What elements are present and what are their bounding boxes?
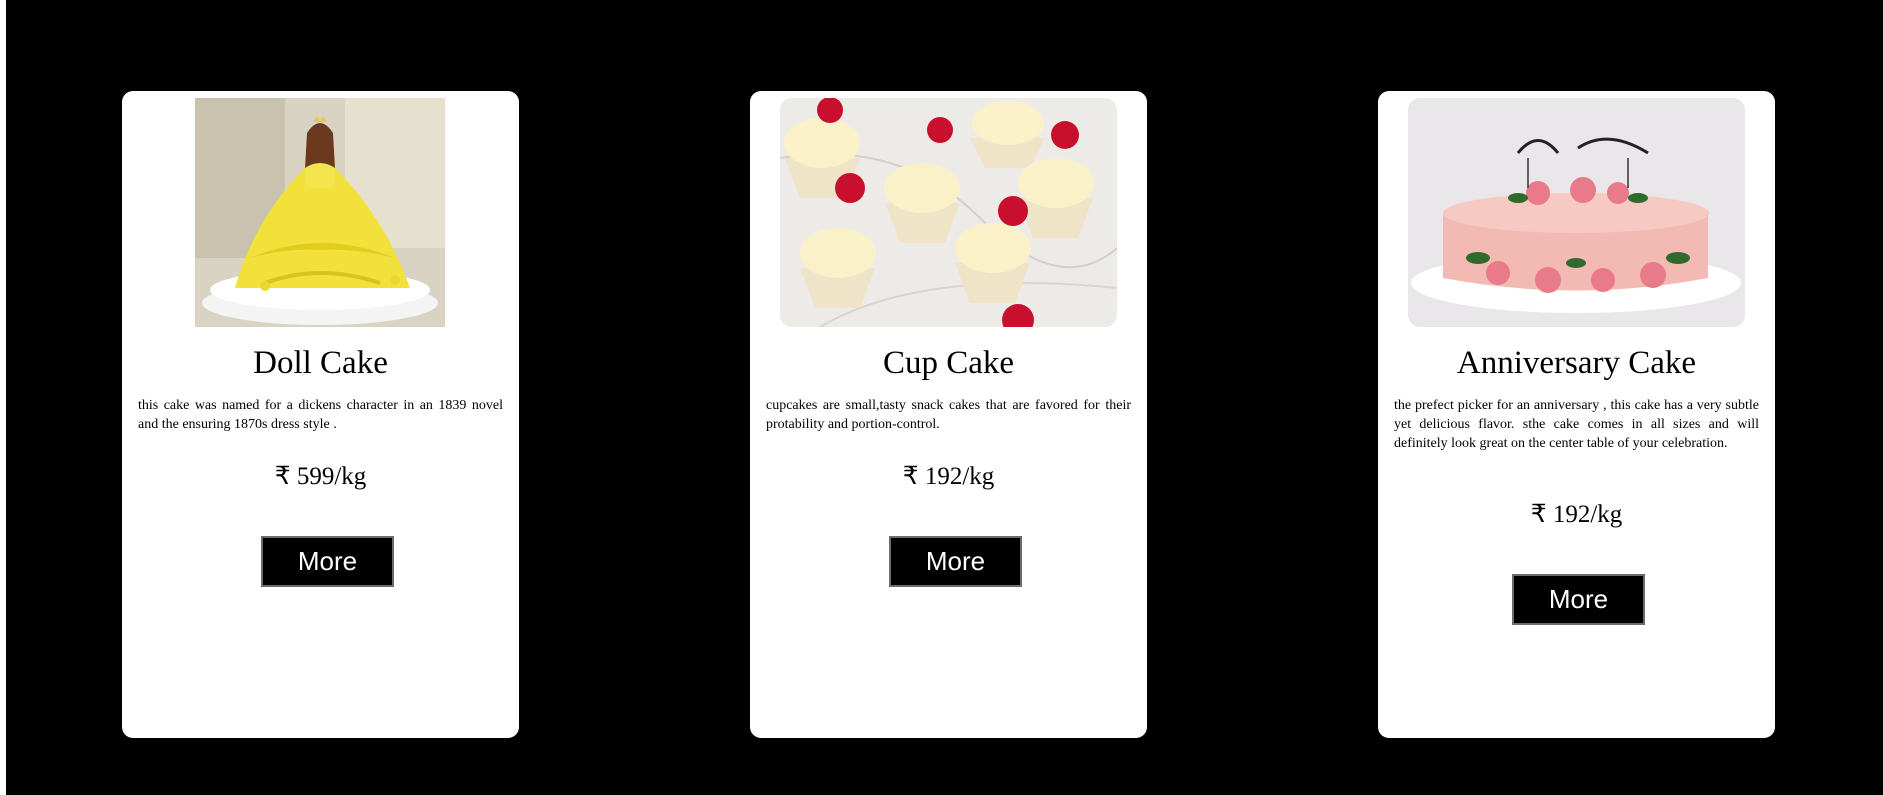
- more-button[interactable]: More: [1512, 574, 1645, 625]
- more-button[interactable]: More: [889, 536, 1022, 587]
- product-card-anniversary-cake: Anniversary Cake the prefect picker for …: [1378, 91, 1775, 738]
- card-description: cupcakes are small,tasty snack cakes tha…: [766, 398, 1131, 432]
- card-description: the prefect picker for an anniversary , …: [1394, 398, 1759, 451]
- doll-cake-image: [195, 98, 445, 327]
- more-button[interactable]: More: [261, 536, 394, 587]
- card-title: Anniversary Cake: [1456, 345, 1697, 381]
- product-card-doll-cake: Doll Cake this cake was named for a dick…: [122, 91, 519, 738]
- product-card-cup-cake: Cup Cake cupcakes are small,tasty snack …: [750, 91, 1147, 738]
- card-price: ₹ 192/kg: [902, 463, 995, 490]
- anniversary-cake-image: [1408, 98, 1745, 327]
- page-background: Doll Cake this cake was named for a dick…: [6, 0, 1883, 795]
- card-description: this cake was named for a dickens charac…: [138, 398, 503, 432]
- card-title: Doll Cake: [253, 345, 388, 381]
- card-price: ₹ 192/kg: [1530, 501, 1623, 528]
- cupcake-image: [780, 98, 1117, 327]
- card-title: Cup Cake: [882, 345, 1015, 381]
- card-price: ₹ 599/kg: [274, 463, 367, 490]
